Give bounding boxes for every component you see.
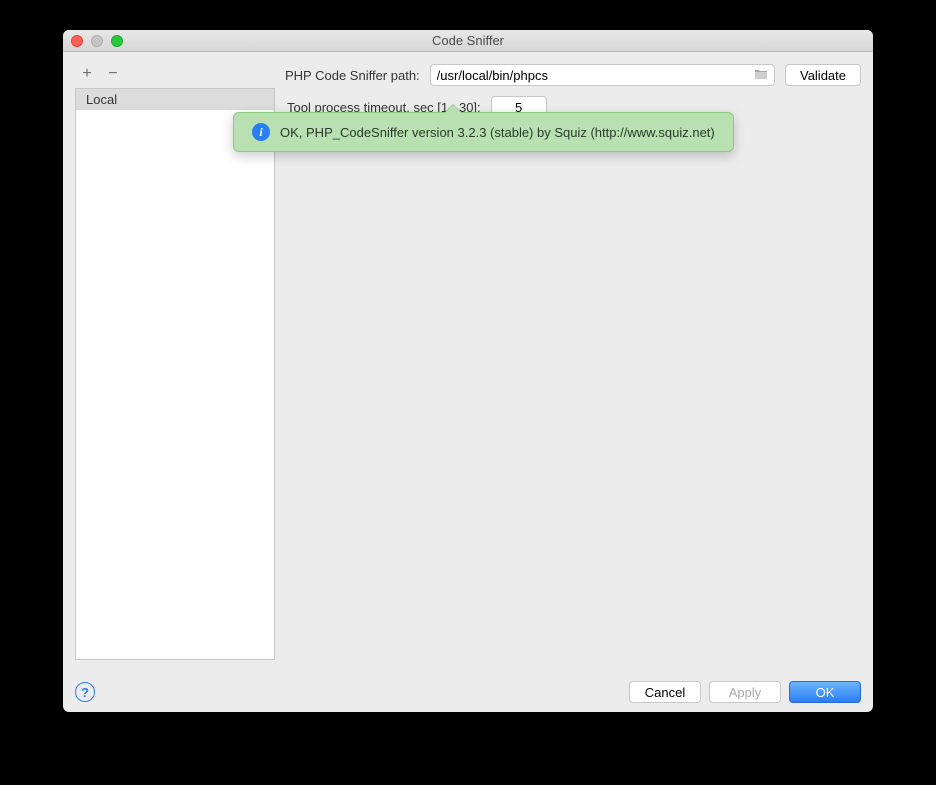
validate-button[interactable]: Validate	[785, 64, 861, 86]
window-title: Code Sniffer	[63, 33, 873, 48]
path-row: PHP Code Sniffer path: Validate	[285, 64, 861, 86]
path-input[interactable]	[437, 68, 750, 83]
ok-button[interactable]: OK	[789, 681, 861, 703]
help-icon[interactable]: ?	[75, 682, 95, 702]
remove-icon[interactable]: −	[105, 66, 121, 82]
info-icon: i	[252, 123, 270, 141]
cancel-button[interactable]: Cancel	[629, 681, 701, 703]
browse-icon[interactable]	[750, 68, 768, 83]
main-panel: PHP Code Sniffer path: Validate Tool pro…	[285, 64, 861, 660]
sidebar-list[interactable]: Local	[75, 88, 275, 660]
path-label: PHP Code Sniffer path:	[285, 68, 420, 83]
sidebar-item-local[interactable]: Local	[76, 89, 274, 110]
path-input-wrapper	[430, 64, 775, 86]
apply-button[interactable]: Apply	[709, 681, 781, 703]
validation-tooltip: i OK, PHP_CodeSniffer version 3.2.3 (sta…	[233, 112, 734, 152]
titlebar: Code Sniffer	[63, 30, 873, 52]
footer: ? Cancel Apply OK	[63, 672, 873, 712]
dialog-window: Code Sniffer + − Local PHP Code Sniffer …	[63, 30, 873, 712]
add-icon[interactable]: +	[79, 66, 95, 82]
tooltip-text: OK, PHP_CodeSniffer version 3.2.3 (stabl…	[280, 125, 715, 140]
sidebar-toolbar: + −	[75, 64, 275, 88]
sidebar-item-label: Local	[86, 92, 117, 107]
sidebar: + − Local	[75, 64, 275, 660]
